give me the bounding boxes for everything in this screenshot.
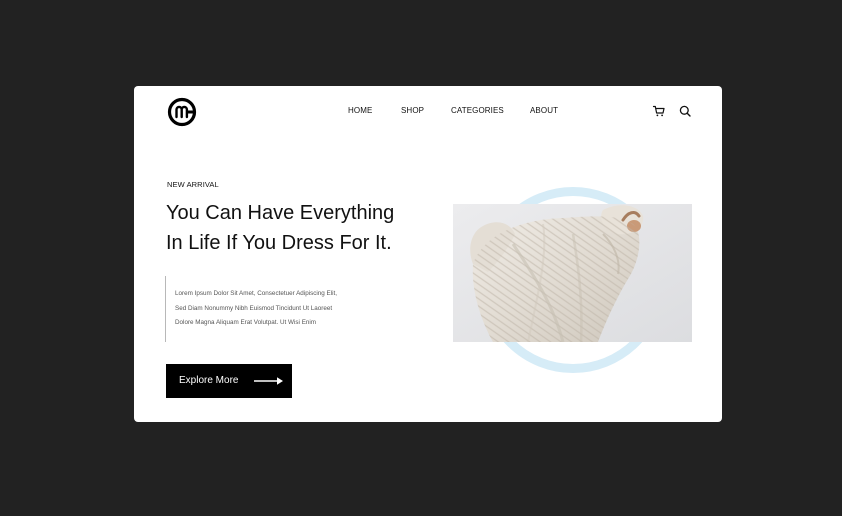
explore-more-button[interactable]: Explore More	[166, 364, 292, 398]
hero-image	[453, 204, 692, 342]
search-icon	[679, 105, 691, 117]
hero-headline-line-1: You Can Have Everything	[166, 202, 395, 224]
hero-description-line-1: Lorem Ipsum Dolor Sit Amet, Consectetuer…	[175, 290, 338, 297]
hero-description-line-3: Dolore Magna Aliquam Erat Volutpat. Ut W…	[175, 319, 317, 326]
search-button[interactable]	[678, 104, 692, 118]
nav-item-home[interactable]: HOME	[348, 106, 372, 115]
hero-headline-line-2: In Life If You Dress For It.	[166, 232, 392, 254]
eyebrow-label: NEW ARRIVAL	[167, 180, 219, 189]
explore-more-label: Explore More	[179, 375, 239, 386]
main-nav: HOME SHOP CATEGORIES ABOUT	[134, 106, 722, 120]
hero-description-line-2: Sed Diam Nonummy Nibh Euismod Tincidunt …	[175, 304, 333, 312]
cart-icon	[652, 105, 665, 117]
hero-description: Lorem Ipsum Dolor Sit Amet, Consectetuer…	[165, 276, 415, 342]
nav-item-about[interactable]: ABOUT	[530, 106, 558, 115]
nav-item-shop[interactable]: SHOP	[401, 106, 424, 115]
cart-button[interactable]	[652, 104, 666, 118]
nav-item-categories[interactable]: CATEGORIES	[451, 106, 504, 115]
hero-description-text: Lorem Ipsum Dolor Sit Amet, Consectetuer…	[175, 287, 415, 331]
hero-card: HOME SHOP CATEGORIES ABOUT NEW ARRIVAL Y…	[134, 86, 722, 422]
sweater-photo	[453, 204, 692, 342]
hero-headline: You Can Have Everything In Life If You D…	[166, 198, 466, 258]
arrow-right-icon	[254, 377, 283, 385]
